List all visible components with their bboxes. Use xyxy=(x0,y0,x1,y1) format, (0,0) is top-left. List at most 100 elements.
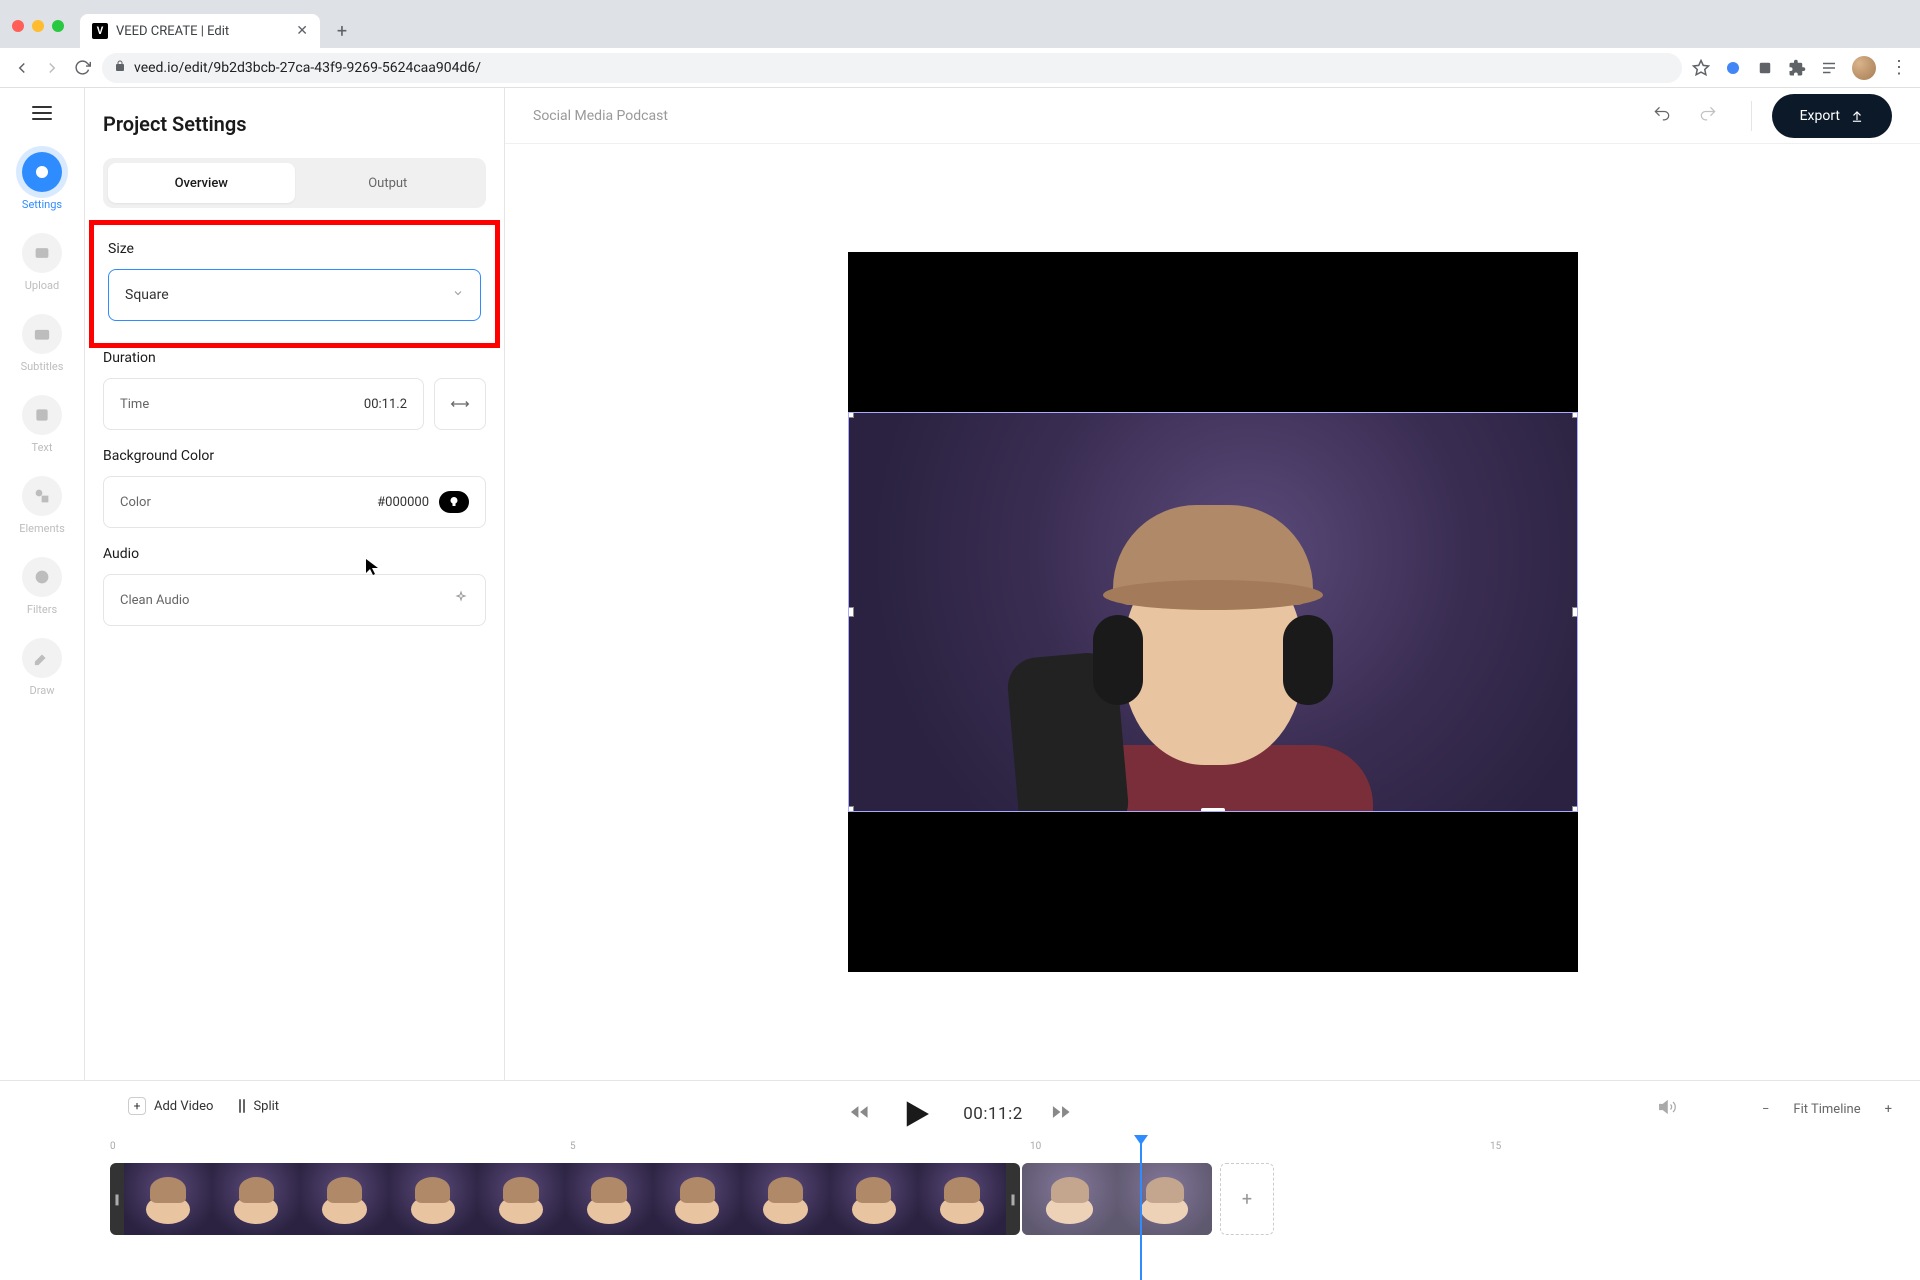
play-icon[interactable] xyxy=(897,1095,935,1133)
filters-icon xyxy=(33,568,51,586)
sidebar-item-settings[interactable]: Settings xyxy=(22,152,62,211)
extension-icon[interactable] xyxy=(1724,59,1742,77)
clean-audio-button[interactable]: Clean Audio xyxy=(103,574,486,626)
size-select[interactable]: Square xyxy=(108,269,481,321)
sidebar-item-upload[interactable]: Upload xyxy=(22,233,62,292)
editor-topbar: Social Media Podcast Export xyxy=(505,88,1920,144)
nav-reload-icon[interactable] xyxy=(72,58,92,78)
window-minimize-icon[interactable] xyxy=(32,20,44,32)
plus-icon: + xyxy=(128,1097,146,1115)
canvas-area: Social Media Podcast Export xyxy=(505,88,1920,1080)
zoom-in-button[interactable]: + xyxy=(1885,1102,1892,1117)
resize-handle-bottom[interactable] xyxy=(1201,808,1225,812)
zoom-out-button[interactable]: − xyxy=(1762,1102,1769,1117)
current-time: 00:11:2 xyxy=(963,1104,1023,1124)
window-close-icon[interactable] xyxy=(12,20,24,32)
tab-close-icon[interactable]: ✕ xyxy=(296,23,308,39)
skip-forward-icon[interactable] xyxy=(1051,1102,1071,1126)
add-clip-button[interactable]: + xyxy=(1220,1163,1274,1235)
ruler-mark: 15 xyxy=(1490,1141,1501,1152)
audio-label: Audio xyxy=(103,546,486,562)
stretch-duration-button[interactable] xyxy=(434,378,486,430)
timeline-clip-inactive[interactable] xyxy=(1022,1163,1212,1235)
size-value: Square xyxy=(125,287,169,303)
resize-handle-left[interactable] xyxy=(848,607,854,617)
redo-icon[interactable] xyxy=(1695,104,1721,128)
add-video-button[interactable]: + Add Video xyxy=(128,1097,213,1115)
resize-handle-tl[interactable] xyxy=(848,412,854,418)
tab-title: VEED CREATE | Edit xyxy=(116,24,288,39)
resize-handle-tr[interactable] xyxy=(1572,412,1578,418)
time-value: 00:11.2 xyxy=(364,397,407,412)
skip-back-icon[interactable] xyxy=(849,1102,869,1126)
sidebar-item-label: Filters xyxy=(27,603,57,616)
sparkle-icon xyxy=(453,590,469,610)
reading-list-icon[interactable] xyxy=(1820,59,1838,77)
browser-menu-icon[interactable]: ⋮ xyxy=(1890,57,1908,78)
resize-handle-right[interactable] xyxy=(1572,607,1578,617)
lock-icon xyxy=(114,60,126,76)
extensions-puzzle-icon[interactable] xyxy=(1788,59,1806,77)
clip-trim-left[interactable]: ∥ xyxy=(110,1163,124,1235)
chevron-down-icon xyxy=(452,287,464,303)
split-icon xyxy=(239,1099,245,1113)
resize-handle-br[interactable] xyxy=(1572,806,1578,812)
sidebar-item-label: Elements xyxy=(19,522,65,535)
bg-color-field[interactable]: Color #000000 xyxy=(103,476,486,528)
tab-output[interactable]: Output xyxy=(295,163,482,203)
sidebar-item-label: Text xyxy=(32,441,53,454)
bg-color-label: Background Color xyxy=(103,448,486,464)
sidebar-item-text[interactable]: Text xyxy=(22,395,62,454)
draw-icon xyxy=(33,649,51,667)
window-controls[interactable] xyxy=(12,20,64,32)
subtitles-icon xyxy=(33,325,51,343)
timeline-clip[interactable]: ∥ ∥ xyxy=(110,1163,1020,1235)
ruler-mark: 5 xyxy=(570,1141,576,1152)
resize-handle-bl[interactable] xyxy=(848,806,854,812)
duration-field[interactable]: Time 00:11.2 xyxy=(103,378,424,430)
tab-overview[interactable]: Overview xyxy=(108,163,295,203)
canvas-stage[interactable] xyxy=(505,144,1920,1080)
hamburger-menu-icon[interactable] xyxy=(32,106,52,120)
ruler-mark: 0 xyxy=(110,1141,116,1152)
nav-back-icon[interactable] xyxy=(12,58,32,78)
sidebar-item-draw[interactable]: Draw xyxy=(22,638,62,697)
nav-forward-icon[interactable] xyxy=(42,58,62,78)
ruler-mark: 10 xyxy=(1030,1141,1041,1152)
video-clip-selected[interactable] xyxy=(848,412,1578,812)
export-label: Export xyxy=(1800,108,1840,124)
playhead[interactable] xyxy=(1140,1137,1142,1280)
undo-icon[interactable] xyxy=(1649,104,1675,128)
duration-label: Duration xyxy=(103,350,486,366)
url-bar[interactable]: veed.io/edit/9b2d3bcb-27ca-43f9-9269-562… xyxy=(102,53,1682,83)
color-swatch-icon[interactable] xyxy=(439,491,469,513)
clean-audio-label: Clean Audio xyxy=(120,593,453,608)
timeline-track[interactable]: ∥ ∥ + xyxy=(110,1163,1274,1235)
split-button[interactable]: Split xyxy=(239,1099,279,1114)
browser-extensions: ⋮ xyxy=(1692,56,1908,80)
extension-icon-2[interactable] xyxy=(1756,59,1774,77)
color-value: #000000 xyxy=(377,495,429,510)
timeline-ruler[interactable]: 0 5 10 15 xyxy=(110,1141,1892,1161)
sidebar-item-elements[interactable]: Elements xyxy=(19,476,65,535)
project-name[interactable]: Social Media Podcast xyxy=(533,108,1649,124)
fit-timeline-button[interactable]: Fit Timeline xyxy=(1793,1102,1860,1117)
browser-tab[interactable]: V VEED CREATE | Edit ✕ xyxy=(80,14,320,48)
sidebar-item-subtitles[interactable]: Subtitles xyxy=(21,314,64,373)
url-text: veed.io/edit/9b2d3bcb-27ca-43f9-9269-562… xyxy=(134,60,481,76)
window-zoom-icon[interactable] xyxy=(52,20,64,32)
sidebar-item-label: Subtitles xyxy=(21,360,64,373)
volume-icon[interactable] xyxy=(1658,1097,1678,1121)
clip-trim-right[interactable]: ∥ xyxy=(1006,1163,1020,1235)
color-label: Color xyxy=(120,495,377,510)
sidebar-item-filters[interactable]: Filters xyxy=(22,557,62,616)
bookmark-star-icon[interactable] xyxy=(1692,59,1710,77)
text-icon xyxy=(33,406,51,424)
profile-avatar-icon[interactable] xyxy=(1852,56,1876,80)
browser-toolbar: veed.io/edit/9b2d3bcb-27ca-43f9-9269-562… xyxy=(0,48,1920,88)
timeline: + Add Video Split 00:11:2 − Fit Timeline… xyxy=(0,1080,1920,1280)
canvas-square[interactable] xyxy=(848,252,1578,972)
sidebar-item-label: Draw xyxy=(30,684,55,697)
export-button[interactable]: Export xyxy=(1772,94,1892,138)
new-tab-button[interactable]: + xyxy=(328,17,356,45)
